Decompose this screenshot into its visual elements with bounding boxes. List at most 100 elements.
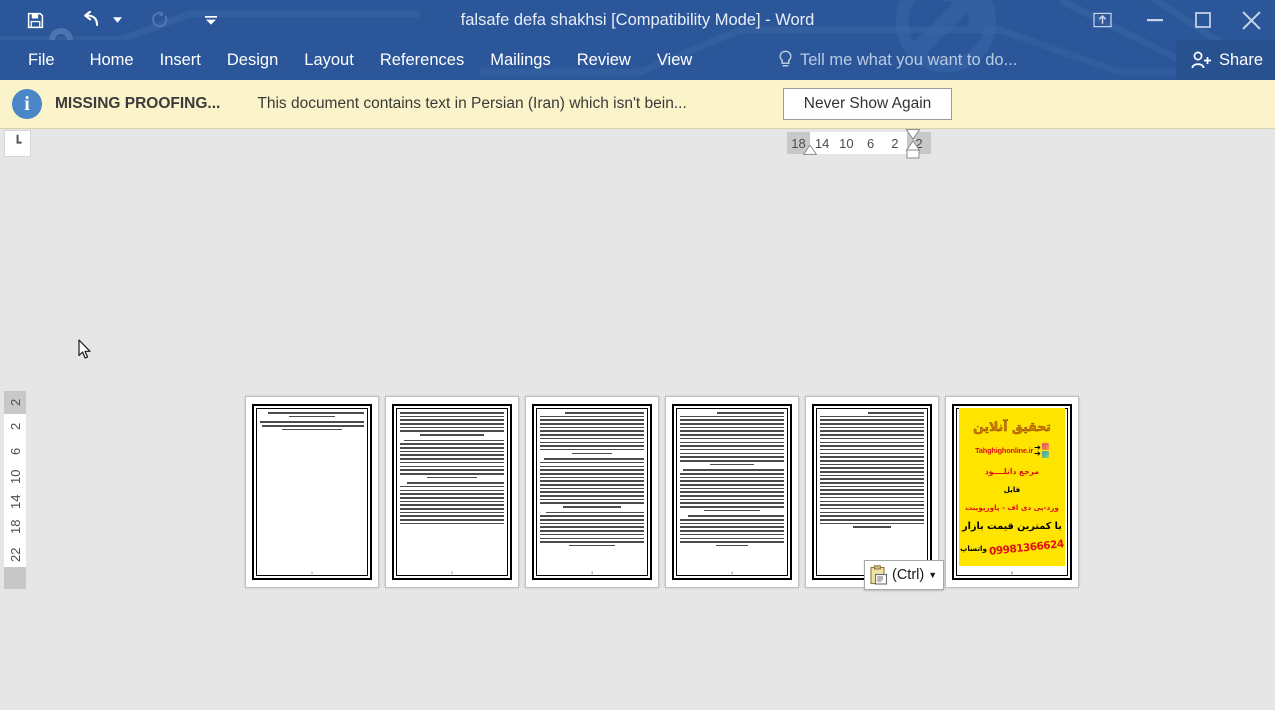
ad-formats-line: ورد-پی دی اف - پاورپوینت xyxy=(965,503,1059,513)
page-number: 4 xyxy=(730,570,734,575)
tell-me-placeholder: Tell me what you want to do... xyxy=(800,50,1018,69)
paragraph xyxy=(400,412,504,436)
document-page-advertisement[interactable]: تحقیق آنلاین ➔ ➔ Tahghighonline.ir مرجع د… xyxy=(945,396,1079,588)
advertisement-image: تحقیق آنلاین ➔ ➔ Tahghighonline.ir مرجع د… xyxy=(959,408,1065,566)
page-content xyxy=(260,412,364,569)
close-icon xyxy=(1241,10,1261,30)
ad-url: Tahghighonline.ir xyxy=(975,446,1034,456)
tab-design[interactable]: Design xyxy=(214,40,291,80)
vertical-ruler[interactable]: 2 2 6 10 14 18 22 xyxy=(4,391,26,589)
save-button[interactable] xyxy=(18,5,52,35)
window-controls xyxy=(1073,0,1275,40)
ad-download-line: مرجع دانلــــود xyxy=(984,467,1040,477)
maximize-button[interactable] xyxy=(1179,0,1227,40)
ad-contact-row: 09981366624 واتساپ xyxy=(960,538,1064,558)
paragraph xyxy=(680,412,784,466)
paragraph xyxy=(260,412,364,418)
tab-review[interactable]: Review xyxy=(564,40,644,80)
page-number: 2 xyxy=(450,570,454,575)
ribbon-display-options-button[interactable] xyxy=(1073,0,1131,40)
chevron-down-bar-icon xyxy=(205,15,217,25)
ad-phone-number: 09981366624 xyxy=(988,538,1065,559)
ad-url-row: ➔ ➔ Tahghighonline.ir xyxy=(961,443,1063,459)
paragraph xyxy=(540,412,644,455)
paragraph xyxy=(540,458,644,508)
share-person-icon xyxy=(1191,51,1211,69)
share-button[interactable]: Share xyxy=(1175,40,1275,80)
tab-references[interactable]: References xyxy=(367,40,477,80)
document-page[interactable]: 3 xyxy=(525,396,659,588)
paste-options-label: (Ctrl) xyxy=(892,567,925,583)
vruler-tick-2: 6 xyxy=(7,447,23,456)
redo-icon xyxy=(151,10,167,27)
paragraph xyxy=(260,421,364,431)
chevron-down-icon xyxy=(112,17,122,23)
message-bar: i MISSING PROOFING... This document cont… xyxy=(0,80,1275,129)
paragraph xyxy=(680,515,784,547)
page-thumbnails: 1 2 3 4 تحقیق آنلاین ➔ ➔ Tahghighonline.… xyxy=(245,396,1079,588)
paragraph xyxy=(820,412,924,528)
paragraph xyxy=(400,482,504,525)
vruler-tick-5: 18 xyxy=(7,519,23,534)
ad-whatsapp-label: واتساپ xyxy=(960,543,987,553)
tab-file[interactable]: File xyxy=(0,40,77,80)
ad-file-line: فایل xyxy=(1003,485,1021,495)
quick-access-toolbar xyxy=(18,0,220,40)
message-bar-text: This document contains text in Persian (… xyxy=(257,95,687,112)
document-workspace: ┗ 18 14 10 6 2 2 2 2 6 10 14 18 22 1 2 3… xyxy=(0,129,1275,710)
tab-mailings[interactable]: Mailings xyxy=(477,40,564,80)
undo-button[interactable] xyxy=(74,5,108,35)
right-indent-marker[interactable] xyxy=(905,129,921,159)
ad-price-line: با کمترین قیمت بازار xyxy=(962,520,1062,532)
chevron-down-icon[interactable]: ▼ xyxy=(928,570,937,580)
save-icon xyxy=(27,12,43,28)
page-content xyxy=(400,412,504,569)
tab-selector-button[interactable]: ┗ xyxy=(4,130,31,157)
tab-insert[interactable]: Insert xyxy=(147,40,214,80)
document-page[interactable]: 4 xyxy=(665,396,799,588)
page-number: 1 xyxy=(310,570,314,575)
page-number: 3 xyxy=(590,570,594,575)
paragraph xyxy=(400,439,504,479)
ad-headline: تحقیق آنلاین xyxy=(973,418,1052,434)
tab-home[interactable]: Home xyxy=(77,40,147,80)
page-content xyxy=(540,412,644,569)
ribbon-display-icon xyxy=(1092,12,1112,27)
paste-options-button[interactable]: (Ctrl) ▼ xyxy=(864,560,945,590)
telegram-badge-icon xyxy=(1041,451,1049,459)
vruler-tick-0: 2 xyxy=(7,398,23,407)
tell-me-search[interactable]: Tell me what you want to do... xyxy=(778,40,1017,80)
mouse-pointer-icon xyxy=(78,339,91,359)
instagram-badge-icon xyxy=(1041,443,1049,451)
close-button[interactable] xyxy=(1227,0,1275,40)
page-number: 6 xyxy=(1010,570,1014,575)
hruler-tick-3: 6 xyxy=(867,135,875,151)
tab-view[interactable]: View xyxy=(644,40,705,80)
never-show-again-button[interactable]: Never Show Again xyxy=(782,88,953,120)
vruler-tick-1: 2 xyxy=(7,422,23,431)
lightbulb-icon xyxy=(779,50,792,67)
paragraph xyxy=(680,469,784,512)
redo-button xyxy=(142,5,176,35)
customize-quick-access-button[interactable] xyxy=(202,5,220,35)
tab-layout[interactable]: Layout xyxy=(291,40,367,80)
word-window: falsafe defa shakhsi [Compatibility Mode… xyxy=(0,0,1275,710)
paragraph xyxy=(540,511,644,547)
page-content xyxy=(820,412,924,569)
ribbon-tab-bar: File Home Insert Design Layout Reference… xyxy=(0,40,1275,80)
minimize-button[interactable] xyxy=(1131,0,1179,40)
undo-dropdown-button[interactable] xyxy=(108,5,126,35)
title-bar: falsafe defa shakhsi [Compatibility Mode… xyxy=(0,0,1275,40)
ribbon-tabs: File Home Insert Design Layout Reference… xyxy=(0,40,705,80)
vruler-tick-6: 22 xyxy=(7,547,23,562)
clipboard-icon xyxy=(870,565,888,585)
vruler-tick-4: 14 xyxy=(7,494,23,509)
hruler-tick-4: 2 xyxy=(891,135,899,151)
hruler-tick-2: 10 xyxy=(839,135,854,151)
share-label: Share xyxy=(1218,50,1263,69)
info-icon: i xyxy=(12,89,42,119)
message-bar-title: MISSING PROOFING... xyxy=(55,95,221,112)
document-page[interactable]: 2 xyxy=(385,396,519,588)
left-indent-marker[interactable] xyxy=(803,145,817,155)
document-page[interactable]: 1 xyxy=(245,396,379,588)
